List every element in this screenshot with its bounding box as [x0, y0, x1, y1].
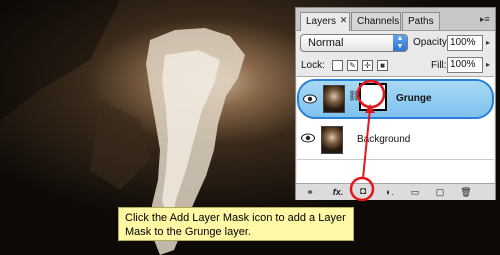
instruction-callout: Click the Add Layer Mask icon to add a L… [118, 207, 354, 241]
mask-button-highlight-ring [349, 176, 375, 202]
mask-highlight-ring [356, 79, 386, 109]
callout-text: Click the Add Layer Mask icon to add a L… [125, 212, 346, 238]
arrow-line [362, 108, 371, 179]
